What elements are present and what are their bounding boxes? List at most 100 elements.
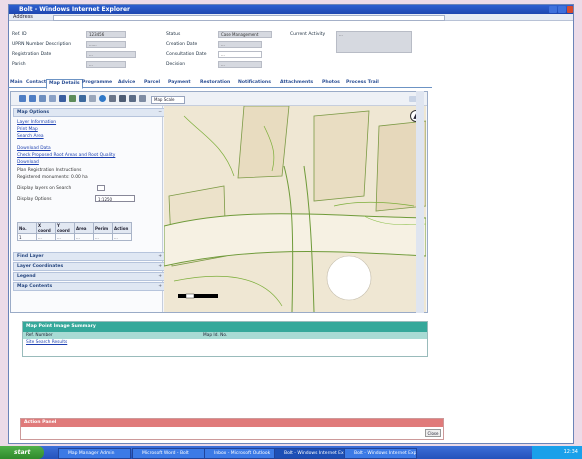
field-value[interactable]: Case Management [218, 31, 272, 38]
tab-attachments[interactable]: Attachments [278, 79, 315, 87]
zoom-extent-icon[interactable] [39, 95, 46, 102]
tab-bar: Main Contact Map Details Programme Advic… [8, 79, 432, 89]
layer-coordinates-title: Layer Coordinates [17, 264, 64, 269]
field-label: Current Activity [290, 32, 326, 37]
table-cell[interactable]: ... [112, 233, 132, 241]
field-label: Status [166, 32, 181, 37]
legend-panel[interactable]: Legend + [13, 272, 166, 281]
tab-map-details[interactable]: Map Details [46, 79, 83, 89]
layers-icon[interactable] [129, 95, 136, 102]
check-areas-link[interactable]: Check Proposed Root Areas and Root Quali… [17, 153, 115, 158]
taskbar-item[interactable]: Microsoft Word - Bolt [132, 448, 209, 459]
column-header[interactable]: Ref. Number [26, 332, 53, 339]
expand-icon[interactable]: + [158, 283, 162, 290]
map-scale-select[interactable]: Map Scale [151, 96, 185, 104]
refresh-icon[interactable] [49, 95, 56, 102]
tab-programme[interactable]: Programme [80, 79, 114, 87]
select-icon[interactable] [89, 95, 96, 102]
table-header: Y coord [55, 222, 75, 234]
address-bar: Address [9, 14, 573, 21]
field-label: UPRN Number Description [12, 42, 72, 47]
display-layers-label: Display layers on Search [17, 186, 72, 191]
field-label: Consultation Date [166, 52, 207, 57]
tab-notifications[interactable]: Notifications [236, 79, 273, 87]
tab-main[interactable]: Main [8, 79, 25, 87]
field-value[interactable]: 123456 [86, 31, 126, 38]
address-input[interactable] [53, 15, 445, 21]
display-layers-checkbox[interactable] [97, 185, 105, 191]
map-side-panel: Map Options − Layer Information Print Map… [11, 106, 166, 312]
column-header[interactable]: Map Id. No. [203, 332, 227, 339]
home-icon[interactable] [79, 95, 86, 102]
expand-icon[interactable]: + [158, 253, 162, 260]
table-cell: ... [36, 233, 56, 241]
save-icon[interactable] [119, 95, 126, 102]
tab-parcel[interactable]: Parcel [142, 79, 162, 87]
close-panel-button[interactable]: Close [425, 429, 441, 437]
zoom-in-icon[interactable] [19, 95, 26, 102]
table-cell: ... [74, 233, 94, 241]
map-panel: Map Scale Map Options − Layer Information… [10, 91, 428, 313]
field-value[interactable]: ... [218, 61, 262, 68]
collapse-icon[interactable]: − [158, 109, 162, 116]
map-contents-title: Map Contents [17, 284, 53, 289]
field-value[interactable]: ... [218, 51, 262, 58]
tab-restoration[interactable]: Restoration [198, 79, 232, 87]
ordnance-map [164, 106, 426, 312]
field-label: Ref. ID [12, 32, 27, 37]
search-area-link[interactable]: Search Area [17, 134, 44, 139]
taskbar-item[interactable]: Bolt - Windows Internet Explorer [274, 448, 347, 459]
taskbar-item[interactable]: Bolt - Windows Internet Explorer [344, 448, 417, 459]
print-icon[interactable] [109, 95, 116, 102]
map-toolbar: Map Scale [11, 92, 427, 106]
find-layer-panel[interactable]: Find Layer + [13, 252, 166, 261]
zoom-out-icon[interactable] [29, 95, 36, 102]
minimize-button[interactable] [549, 6, 557, 13]
map-options-header[interactable]: Map Options − [13, 108, 166, 117]
maximize-button[interactable] [558, 6, 566, 13]
display-options-select[interactable]: 1:1250 [95, 195, 135, 202]
tab-contact[interactable]: Contact [24, 79, 48, 87]
field-value[interactable]: ... [86, 51, 136, 58]
window-title: Bolt - Windows Internet Explorer [19, 6, 130, 13]
pan-icon[interactable] [59, 95, 66, 102]
table-header: X coord [36, 222, 56, 234]
taskbar-item[interactable]: Map Manager Admin [58, 448, 131, 459]
system-tray: 12:34 [532, 446, 582, 459]
field-value[interactable]: ...... [86, 41, 126, 48]
print-map-link[interactable]: Print Map [17, 127, 38, 132]
display-options-label: Display Options [17, 197, 52, 202]
table-row: 1 ... ... ... ... ... [17, 233, 132, 241]
close-button[interactable] [567, 6, 573, 13]
expand-icon[interactable]: + [158, 263, 162, 270]
field-label: Decision [166, 62, 186, 67]
title-bar: Bolt - Windows Internet Explorer [9, 5, 573, 14]
tab-advice[interactable]: Advice [116, 79, 137, 87]
find-layer-title: Find Layer [17, 254, 44, 259]
field-value[interactable]: ... [86, 61, 126, 68]
measure-icon[interactable] [69, 95, 76, 102]
monuments-text: Registered monuments: 0.00 ha [17, 175, 88, 180]
tab-process-trail[interactable]: Process Trail [344, 79, 381, 87]
results-header: Map Point Image Summary [23, 322, 427, 332]
layer-coordinates-panel[interactable]: Layer Coordinates + [13, 262, 166, 271]
action-panel-header: Action Panel [21, 419, 443, 427]
map-contents-panel[interactable]: Map Contents + [13, 282, 166, 291]
current-activity-field[interactable]: ... [336, 31, 412, 53]
map-scrollbar[interactable] [416, 91, 424, 313]
info-icon[interactable] [99, 95, 106, 102]
tab-photos[interactable]: Photos [320, 79, 342, 87]
table-header: No. [17, 222, 37, 234]
taskbar-item[interactable]: Inbox - Microsoft Outlook [204, 448, 277, 459]
download-data-link[interactable]: Download Data [17, 146, 51, 151]
table-row[interactable]: Site Search Results [23, 339, 427, 346]
map-canvas[interactable]: ▲ [164, 106, 426, 312]
start-button[interactable]: start [0, 446, 44, 459]
field-value[interactable]: ... [218, 41, 262, 48]
tab-payment[interactable]: Payment [166, 79, 193, 87]
result-link[interactable]: Site Search Results [26, 339, 67, 346]
layer-information-link[interactable]: Layer Information [17, 120, 56, 125]
export-icon[interactable] [139, 95, 146, 102]
download-link[interactable]: Download [17, 160, 39, 165]
expand-icon[interactable]: + [158, 273, 162, 280]
